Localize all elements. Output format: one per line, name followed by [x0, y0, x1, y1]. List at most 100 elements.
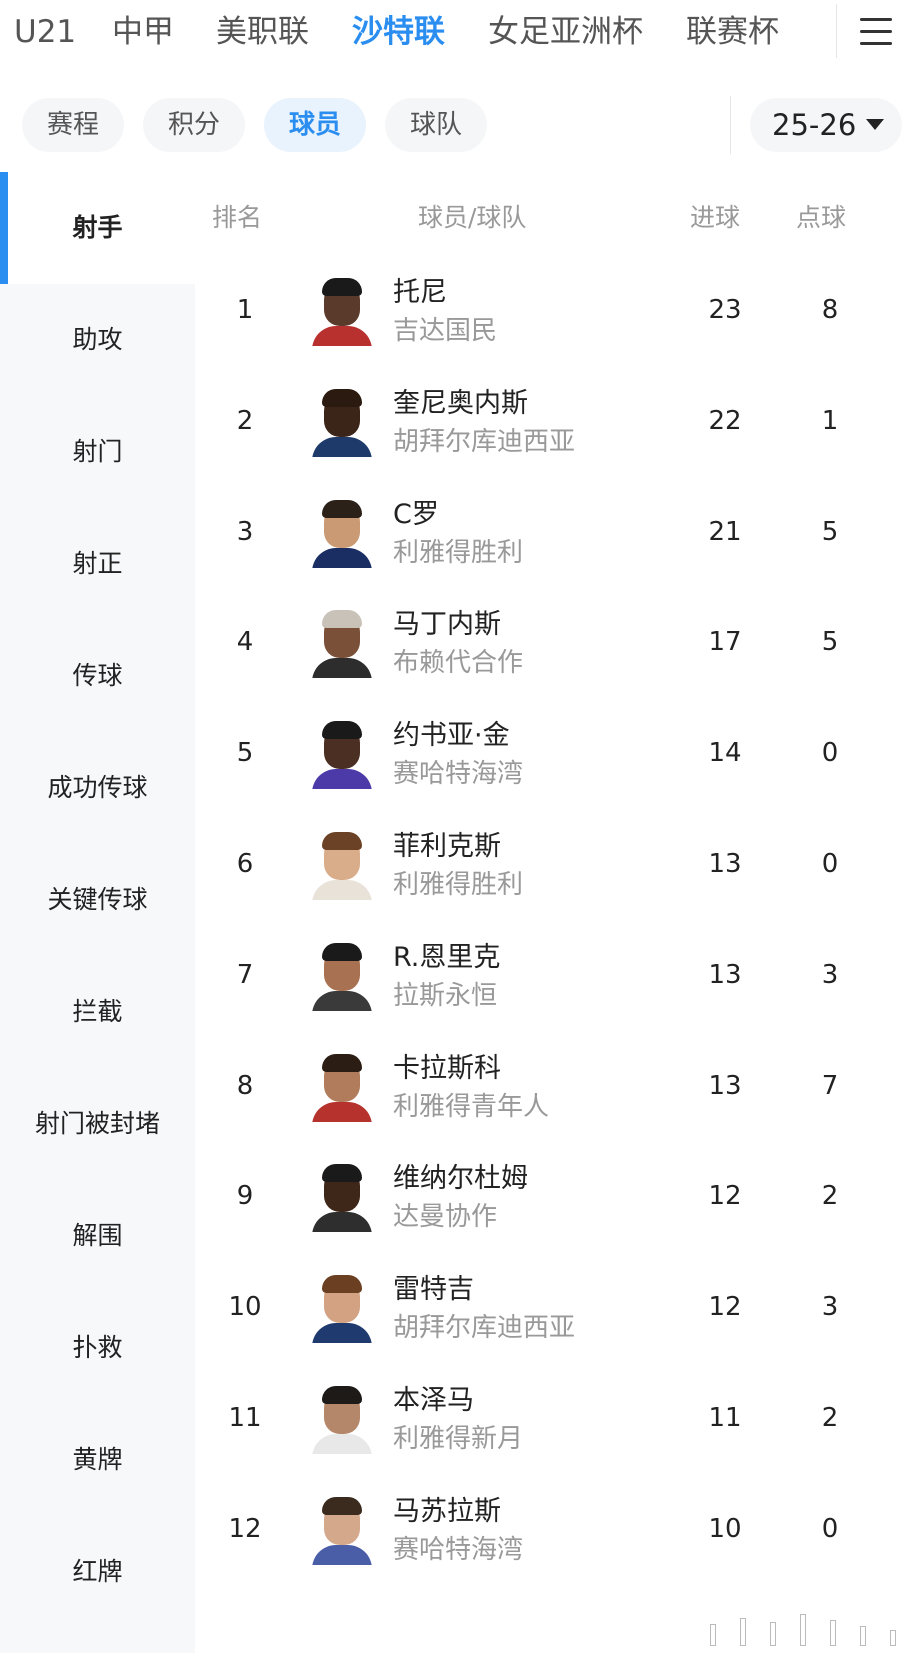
- subtab-players[interactable]: 球员: [264, 98, 366, 152]
- penalties-cell: 5: [821, 627, 839, 657]
- table-row[interactable]: 11 本泽马 利雅得新月 11 2: [195, 1360, 922, 1477]
- player-name[interactable]: 奎尼奥内斯: [393, 381, 528, 420]
- tab-mls[interactable]: 美职联: [216, 10, 309, 54]
- avatar-hair: [322, 943, 362, 961]
- table-row[interactable]: 8 卡拉斯科 利雅得青年人 13 7: [195, 1028, 922, 1145]
- player-avatar[interactable]: [307, 1162, 377, 1232]
- player-name[interactable]: 维纳尔杜姆: [393, 1156, 528, 1195]
- avatar-kit: [312, 437, 372, 457]
- goals-cell: 14: [708, 738, 742, 768]
- team-name: 利雅得新月: [393, 1424, 524, 1454]
- goals-cell: 21: [708, 517, 742, 547]
- table-row[interactable]: 3 C罗 利雅得胜利 21 5: [195, 474, 922, 591]
- player-avatar[interactable]: [307, 941, 377, 1011]
- avatar-kit: [312, 1323, 372, 1343]
- tab-league-cup[interactable]: 联赛杯: [686, 10, 779, 54]
- category-blocked-shots[interactable]: 射门被封堵: [0, 1068, 195, 1180]
- player-name[interactable]: 马丁内斯: [393, 602, 501, 641]
- goals-cell: 13: [708, 849, 742, 879]
- goals-cell: 22: [708, 406, 742, 436]
- team-name: 利雅得胜利: [393, 538, 524, 568]
- player-avatar[interactable]: [307, 1052, 377, 1122]
- subtab-teams[interactable]: 球队: [385, 98, 487, 152]
- player-name[interactable]: 托尼: [393, 270, 447, 309]
- penalties-cell: 0: [821, 849, 839, 879]
- player-name[interactable]: 约书亚·金: [393, 713, 510, 752]
- category-shots-on-target[interactable]: 射正: [0, 508, 195, 620]
- tab-saudi-pro-league[interactable]: 沙特联: [352, 10, 445, 54]
- table-row[interactable]: 7 R.恩里克 拉斯永恒 13 3: [195, 917, 922, 1034]
- category-successful-passes[interactable]: 成功传球: [0, 732, 195, 844]
- header-goals: 进球: [690, 203, 741, 232]
- player-avatar[interactable]: [307, 276, 377, 346]
- goals-cell: 23: [708, 295, 742, 325]
- player-name[interactable]: C罗: [393, 492, 439, 531]
- category-red-cards[interactable]: 红牌: [0, 1516, 195, 1628]
- player-avatar[interactable]: [307, 608, 377, 678]
- avatar-kit: [312, 1545, 372, 1565]
- table-row[interactable]: 2 奎尼奥内斯 胡拜尔库迪西亚 22 1: [195, 363, 922, 480]
- avatar-hair: [322, 389, 362, 407]
- goals-cell: 11: [708, 1403, 742, 1433]
- player-name[interactable]: 菲利克斯: [393, 824, 501, 863]
- team-name: 吉达国民: [393, 316, 498, 346]
- rank-cell: 6: [236, 849, 254, 879]
- table-row[interactable]: 6 菲利克斯利雅得胜利 13 0: [195, 806, 922, 923]
- category-shots[interactable]: 射门: [0, 396, 195, 508]
- season-select[interactable]: 25-26: [750, 98, 902, 152]
- avatar-hair: [322, 1386, 362, 1404]
- team-name: 胡拜尔库迪西亚: [393, 427, 576, 457]
- category-passes[interactable]: 传球: [0, 620, 195, 732]
- table-row[interactable]: 1 托尼 吉达国民 23 8: [195, 252, 922, 369]
- goals-cell: 13: [708, 1071, 742, 1101]
- rank-cell: 4: [236, 627, 254, 657]
- avatar-hair: [322, 1497, 362, 1515]
- stat-category-sidebar: 射手 助攻 射门 射正 传球 成功传球 关键传球 拦截 射门被封堵 解围 扑救 …: [0, 172, 195, 1653]
- header-rank: 排名: [212, 203, 263, 232]
- category-scorers[interactable]: 射手: [0, 172, 195, 284]
- category-key-passes[interactable]: 关键传球: [0, 844, 195, 956]
- rank-cell: 12: [228, 1514, 262, 1544]
- player-name[interactable]: 雷特吉: [393, 1267, 474, 1306]
- team-name: 利雅得胜利: [393, 870, 524, 900]
- team-name: 达曼协作: [393, 1202, 498, 1232]
- player-avatar[interactable]: [307, 1384, 377, 1454]
- player-avatar[interactable]: [307, 1495, 377, 1565]
- player-avatar[interactable]: [307, 387, 377, 457]
- category-assists[interactable]: 助攻: [0, 284, 195, 396]
- category-saves[interactable]: 扑救: [0, 1292, 195, 1404]
- player-name[interactable]: 马苏拉斯: [393, 1489, 501, 1528]
- avatar-kit: [312, 1434, 372, 1454]
- tab-u21[interactable]: U21: [14, 10, 76, 54]
- tab-womens-asian-cup[interactable]: 女足亚洲杯: [488, 10, 643, 54]
- player-name[interactable]: 本泽马: [393, 1378, 474, 1417]
- player-name[interactable]: 卡拉斯科: [393, 1046, 501, 1085]
- player-avatar[interactable]: [307, 830, 377, 900]
- player-avatar[interactable]: [307, 498, 377, 568]
- table-row[interactable]: 10 雷特吉 胡拜尔库迪西亚 12 3: [195, 1249, 922, 1366]
- hamburger-menu-icon[interactable]: [852, 12, 900, 52]
- team-name: 赛哈特海湾: [393, 759, 524, 789]
- penalties-cell: 2: [821, 1181, 839, 1211]
- avatar-kit: [312, 548, 372, 568]
- goals-cell: 12: [708, 1181, 742, 1211]
- table-row[interactable]: 9 维纳尔杜姆达曼协作 12 2: [195, 1138, 922, 1255]
- category-yellow-cards[interactable]: 黄牌: [0, 1404, 195, 1516]
- subtab-schedule[interactable]: 赛程: [22, 98, 124, 152]
- category-interceptions[interactable]: 拦截: [0, 956, 195, 1068]
- player-avatar[interactable]: [307, 719, 377, 789]
- tab-china-league-one[interactable]: 中甲: [112, 10, 174, 54]
- subtab-standings[interactable]: 积分: [143, 98, 245, 152]
- caret-down-icon: [866, 119, 884, 130]
- table-row[interactable]: 4 马丁内斯 布赖代合作 17 5: [195, 584, 922, 701]
- goals-cell: 17: [708, 627, 742, 657]
- avatar-kit: [312, 991, 372, 1011]
- season-value: 25-26: [772, 108, 857, 142]
- player-avatar[interactable]: [307, 1273, 377, 1343]
- table-row[interactable]: 5 约书亚·金 赛哈特海湾 14 0: [195, 695, 922, 812]
- player-name[interactable]: R.恩里克: [393, 935, 500, 974]
- category-clearances[interactable]: 解围: [0, 1180, 195, 1292]
- table-row[interactable]: 12 马苏拉斯 赛哈特海湾 10 0: [195, 1471, 922, 1588]
- rank-cell: 9: [236, 1181, 254, 1211]
- penalties-cell: 1: [821, 406, 839, 436]
